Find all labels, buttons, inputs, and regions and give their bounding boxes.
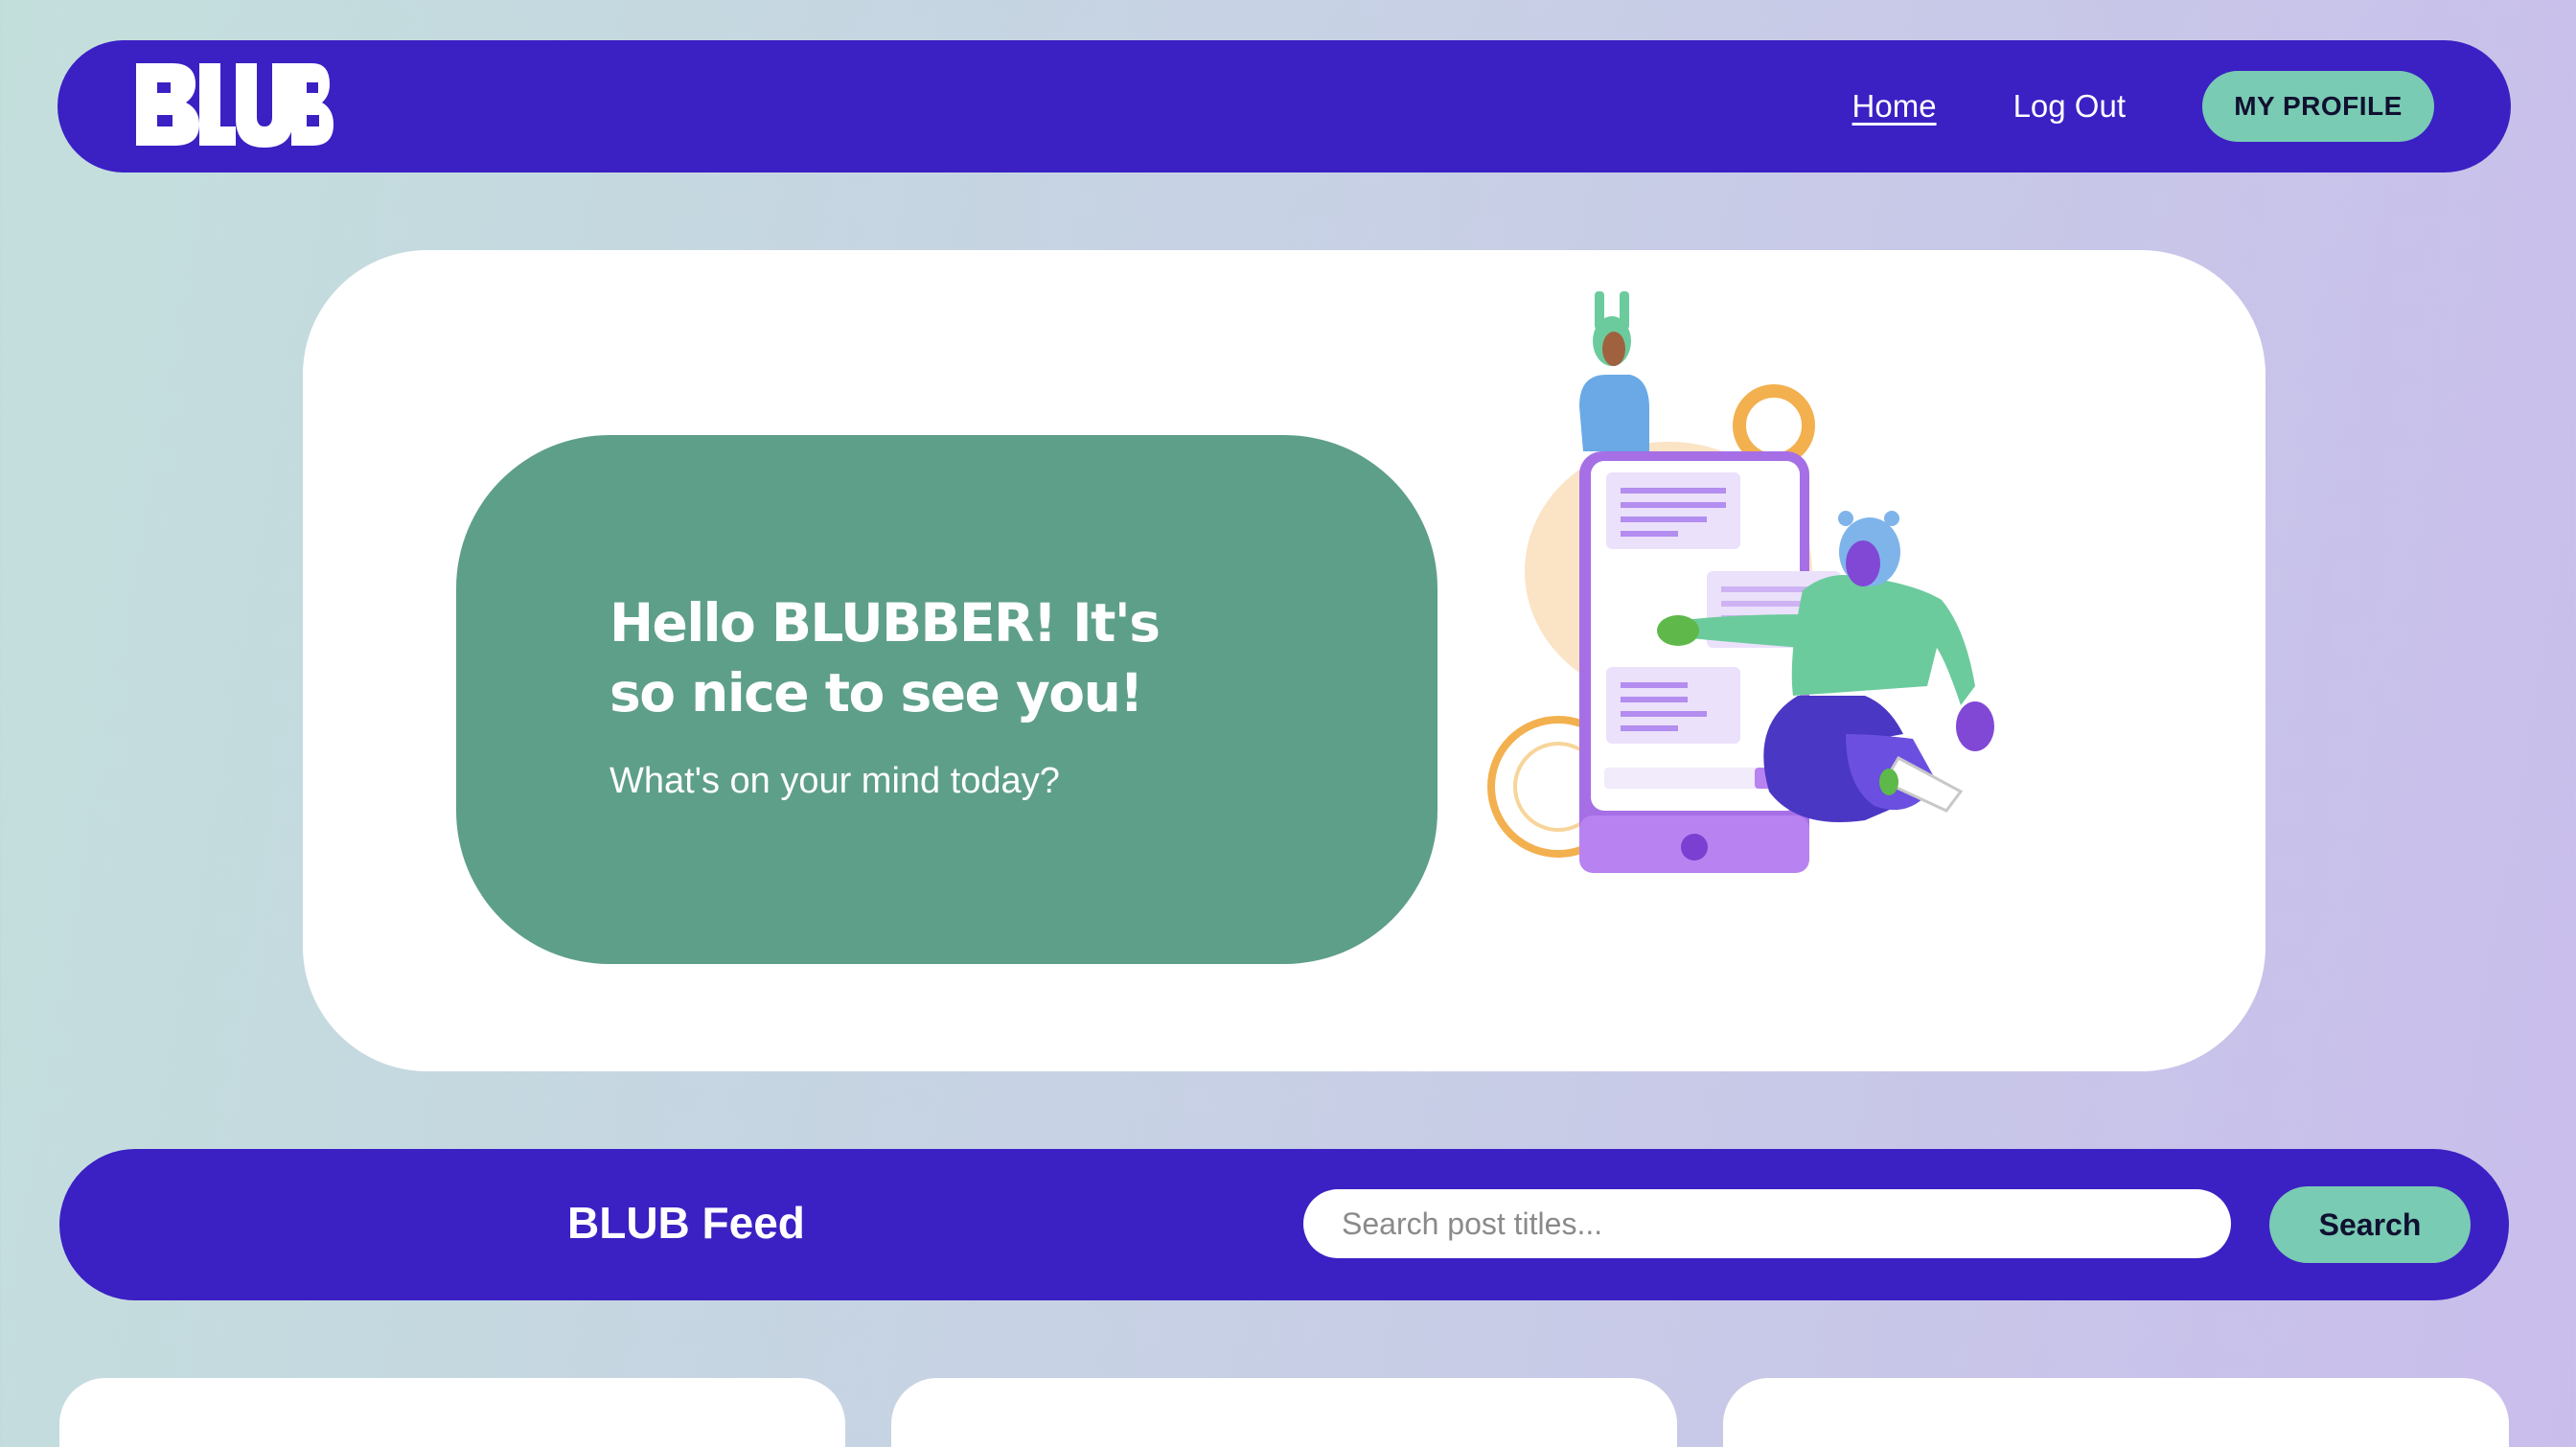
greeting-panel: Hello BLUBBER! It's so nice to see you! … bbox=[456, 435, 1438, 964]
logo-wordmark-icon bbox=[136, 62, 334, 148]
top-navbar: Home Log Out MY PROFILE bbox=[58, 40, 2511, 172]
nav-logout-link[interactable]: Log Out bbox=[2013, 88, 2126, 125]
feed-toolbar: BLUB Feed Search bbox=[59, 1149, 2509, 1300]
hero-card: Hello BLUBBER! It's so nice to see you! … bbox=[303, 250, 2266, 1071]
my-profile-button[interactable]: MY PROFILE bbox=[2202, 71, 2434, 142]
chat-illustration bbox=[1487, 291, 1994, 873]
post-card[interactable] bbox=[59, 1378, 845, 1447]
main-nav: Home Log Out MY PROFILE bbox=[1852, 71, 2434, 142]
search-button[interactable]: Search bbox=[2269, 1186, 2471, 1263]
greeting-heading: Hello BLUBBER! It's so nice to see you! bbox=[610, 592, 1161, 724]
feed-title: BLUB Feed bbox=[567, 1198, 805, 1248]
post-card[interactable] bbox=[891, 1378, 1677, 1447]
post-card[interactable] bbox=[1723, 1378, 2509, 1447]
search-post-titles-input[interactable] bbox=[1303, 1189, 2231, 1258]
nav-home-link[interactable]: Home bbox=[1852, 88, 1937, 125]
greeting-subheading: What's on your mind today? bbox=[610, 761, 1060, 801]
brand-logo[interactable] bbox=[136, 61, 334, 152]
